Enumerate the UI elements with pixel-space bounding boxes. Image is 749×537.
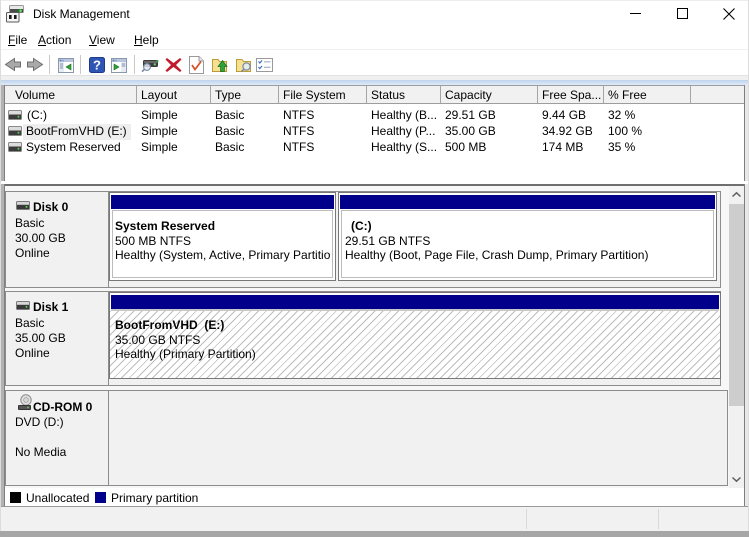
svg-text:?: ? [93,58,101,73]
